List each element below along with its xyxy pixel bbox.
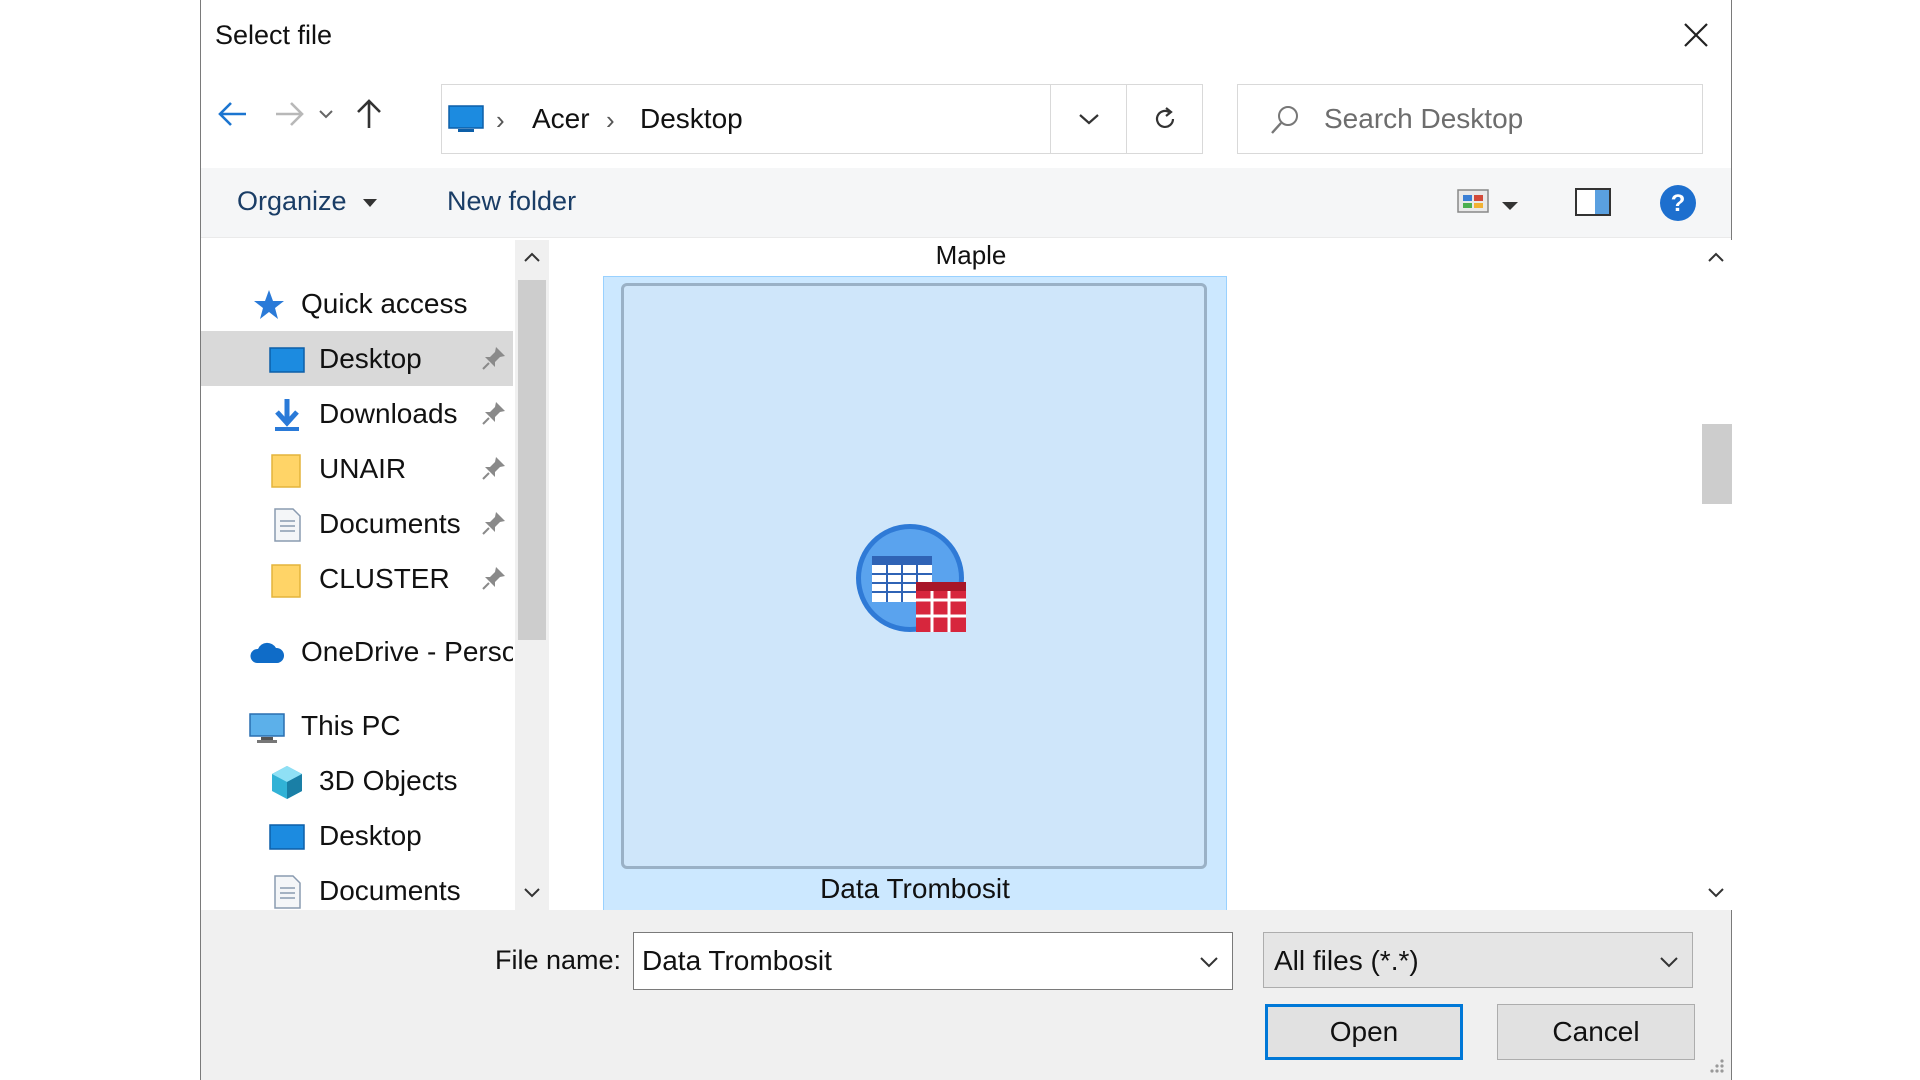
arrow-up-icon xyxy=(357,99,381,128)
scroll-up-button[interactable] xyxy=(1699,240,1733,274)
organize-menu-button[interactable]: Organize xyxy=(237,186,378,217)
folder-icon xyxy=(271,564,301,598)
spreadsheet-data-icon xyxy=(856,524,966,632)
scroll-up-button[interactable] xyxy=(515,240,549,274)
view-options-icon xyxy=(1457,189,1489,213)
nav-item-onedrive[interactable]: OneDrive - Persor xyxy=(201,624,513,679)
navigation-pane: Quick access Desktop Downloads UNAIR Doc… xyxy=(201,240,561,910)
help-button[interactable]: ? xyxy=(1659,184,1697,227)
file-list-scrollbar[interactable] xyxy=(1699,240,1733,910)
star-icon xyxy=(254,290,284,319)
pin-icon xyxy=(482,347,505,370)
open-button[interactable]: Open xyxy=(1265,1004,1463,1060)
arrow-left-icon xyxy=(218,102,246,126)
svg-text:?: ? xyxy=(1671,190,1686,217)
scrollbar-thumb[interactable] xyxy=(1702,424,1732,504)
scrollbar-thumb[interactable] xyxy=(518,280,546,640)
folder-caption[interactable]: Maple xyxy=(811,240,1131,271)
breadcrumb-separator: › xyxy=(496,105,505,135)
address-history-dropdown[interactable] xyxy=(1050,85,1126,153)
desktop-icon xyxy=(269,347,305,373)
cloud-icon xyxy=(250,642,285,663)
chevron-down-icon xyxy=(524,888,540,898)
desktop-icon xyxy=(269,824,305,850)
file-open-dialog: Select file › Acer › Desktop Search Desk… xyxy=(200,0,1733,1080)
organize-label: Organize xyxy=(237,186,347,216)
address-row: › Acer › Desktop xyxy=(201,78,1731,158)
file-name-caption: Data Trombosit xyxy=(820,873,1010,904)
scroll-down-button[interactable] xyxy=(515,876,549,910)
this-pc-icon xyxy=(448,105,484,132)
view-dropdown-button[interactable] xyxy=(1501,198,1519,216)
chevron-down-icon xyxy=(1708,888,1724,898)
pin-icon xyxy=(482,457,505,480)
nav-item-desktop-pc[interactable]: Desktop xyxy=(201,808,513,863)
caret-down-icon xyxy=(363,198,378,207)
forward-button[interactable] xyxy=(267,92,311,136)
file-name-panel: File name: All files (*.*) Open Cancel xyxy=(201,910,1731,1080)
command-toolbar: Organize New folder ? xyxy=(201,168,1731,238)
address-bar[interactable]: › Acer › Desktop xyxy=(441,84,1203,154)
dialog-title: Select file xyxy=(215,20,333,50)
file-type-value: All files (*.*) xyxy=(1274,945,1419,976)
scroll-down-button[interactable] xyxy=(1699,876,1733,910)
nav-item-downloads[interactable]: Downloads xyxy=(201,386,513,441)
resize-grip-icon[interactable] xyxy=(1705,1054,1725,1074)
chevron-down-icon xyxy=(319,110,333,119)
cancel-button[interactable]: Cancel xyxy=(1497,1004,1695,1060)
pin-icon xyxy=(482,512,505,535)
recent-locations-button[interactable] xyxy=(311,92,341,136)
preview-pane-icon xyxy=(1575,188,1611,216)
breadcrumb-desktop[interactable]: Desktop xyxy=(640,103,743,135)
document-icon xyxy=(274,875,301,909)
nav-item-this-pc[interactable]: This PC xyxy=(201,698,513,753)
nav-item-quick-access[interactable]: Quick access xyxy=(201,276,513,331)
download-arrow-icon xyxy=(275,399,299,431)
computer-icon xyxy=(249,713,285,743)
nav-item-unair[interactable]: UNAIR xyxy=(201,441,513,496)
search-icon xyxy=(1271,106,1298,134)
pin-icon xyxy=(482,567,505,590)
refresh-icon xyxy=(1155,107,1174,128)
refresh-button[interactable] xyxy=(1126,85,1202,153)
close-icon xyxy=(1684,23,1708,47)
close-button[interactable] xyxy=(1661,0,1731,70)
chevron-up-icon xyxy=(524,252,540,262)
nav-item-3d-objects[interactable]: 3D Objects xyxy=(201,753,513,808)
file-name-input[interactable] xyxy=(642,939,1172,983)
chevron-down-icon xyxy=(1660,957,1678,968)
search-input[interactable] xyxy=(1324,93,1684,145)
nav-item-desktop-quick[interactable]: Desktop xyxy=(201,331,513,386)
up-button[interactable] xyxy=(347,92,391,136)
file-name-combobox xyxy=(633,932,1233,990)
preview-pane-button[interactable] xyxy=(1575,188,1611,221)
nav-item-documents-quick[interactable]: Documents xyxy=(201,496,513,551)
back-button[interactable] xyxy=(211,92,255,136)
new-folder-button[interactable]: New folder xyxy=(447,186,576,217)
pin-icon xyxy=(482,402,505,425)
folder-icon xyxy=(271,454,301,488)
change-view-button[interactable] xyxy=(1457,188,1489,219)
title-bar: Select file xyxy=(201,0,1731,70)
nav-item-cluster[interactable]: CLUSTER xyxy=(201,551,513,606)
file-list-pane: Maple Data Trombosit xyxy=(561,240,1733,912)
chevron-down-icon xyxy=(1078,114,1099,125)
chevron-up-icon xyxy=(1708,252,1724,262)
chevron-down-icon[interactable] xyxy=(1196,949,1222,975)
breadcrumb-acer[interactable]: Acer xyxy=(532,103,590,135)
nav-pane-scrollbar[interactable] xyxy=(515,240,549,910)
file-thumbnail-frame xyxy=(621,283,1207,869)
file-type-select[interactable]: All files (*.*) xyxy=(1263,932,1693,988)
file-name-label: File name: xyxy=(495,945,622,975)
cube-icon xyxy=(272,766,302,799)
breadcrumb-separator: › xyxy=(606,105,615,135)
document-icon xyxy=(274,508,301,542)
arrow-right-icon xyxy=(276,102,304,126)
caret-down-icon xyxy=(1502,202,1518,210)
help-icon: ? xyxy=(1660,185,1696,221)
search-box xyxy=(1237,84,1703,154)
file-tile-selected[interactable]: Data Trombosit xyxy=(603,276,1227,912)
